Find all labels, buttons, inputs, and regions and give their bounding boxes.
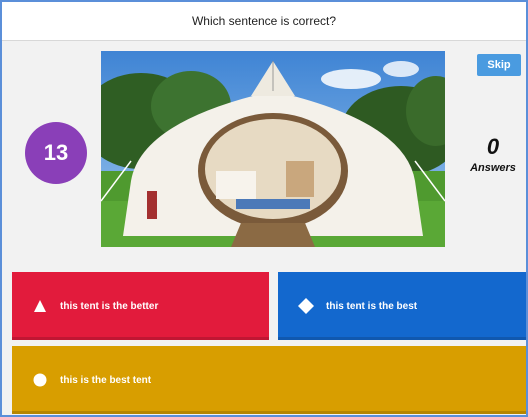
triangle-icon [32, 298, 48, 314]
answer-option-3[interactable]: this is the best tent [12, 346, 526, 414]
question-image [101, 51, 445, 247]
question-text: Which sentence is correct? [191, 14, 337, 28]
answer-option-1-text: this tent is the better [60, 300, 159, 312]
circle-icon [32, 372, 48, 388]
answer-option-2[interactable]: this tent is the best [278, 272, 526, 340]
answers-label: Answers [470, 162, 516, 174]
diamond-icon [298, 298, 314, 314]
game-frame: Which sentence is correct? 13 Skip 0 Ans… [0, 0, 528, 417]
timer-value: 13 [43, 140, 69, 165]
skip-button[interactable]: Skip [477, 54, 521, 76]
answer-option-3-text: this is the best tent [60, 374, 152, 386]
tent-photo [101, 51, 445, 247]
answers-count: 0 [486, 134, 500, 159]
timer-circle: 13 [25, 122, 87, 184]
answer-option-1[interactable]: this tent is the better [12, 272, 269, 340]
question-bar: Which sentence is correct? [2, 2, 526, 41]
answer-option-2-text: this tent is the best [326, 300, 418, 312]
